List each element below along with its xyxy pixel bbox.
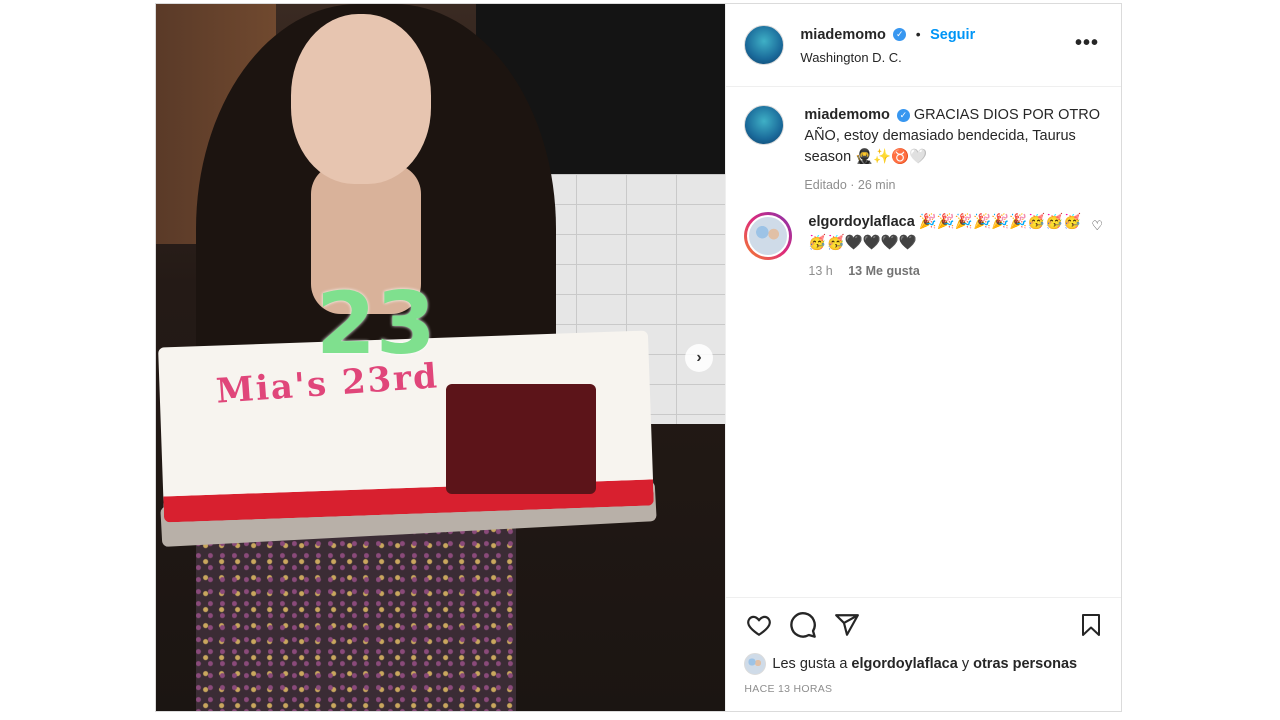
comments-section: miademomo ✓ GRACIAS DIOS POR OTRO AÑO, e… — [726, 87, 1121, 597]
number-candles: 23 — [316, 274, 436, 374]
comment-item: elgordoylaflaca 🎉🎉🎉🎉🎉🎉🥳🥳🥳🥳🥳🖤🖤🖤🖤 13 h 13 … — [744, 212, 1103, 282]
send-icon[interactable] — [832, 612, 862, 645]
commenter-avatar[interactable] — [744, 212, 793, 260]
author-username[interactable]: miademomo — [800, 27, 885, 43]
comment-username[interactable]: elgordoylaflaca — [808, 214, 914, 230]
author-info: miademomo ✓ • Seguir Washington D. C. — [800, 26, 975, 65]
post-location[interactable]: Washington D. C. — [800, 50, 975, 65]
comment-time[interactable]: 13 h — [808, 264, 832, 278]
likes-connector: y — [961, 656, 970, 672]
bookmark-icon[interactable] — [1079, 612, 1103, 645]
verified-badge-icon: ✓ — [896, 108, 910, 122]
likes-others-link[interactable]: otras personas — [973, 656, 1077, 672]
more-options-icon[interactable]: ••• — [1075, 32, 1099, 55]
comment-body: elgordoylaflaca 🎉🎉🎉🎉🎉🎉🥳🥳🥳🥳🥳🖤🖤🖤🖤 13 h 13 … — [808, 212, 1091, 282]
separator-dot: • — [915, 25, 921, 42]
caption-meta: Editado · 26 min — [804, 178, 896, 192]
liker-username[interactable]: elgordoylaflaca — [851, 656, 957, 672]
post-header: miademomo ✓ • Seguir Washington D. C. ••… — [726, 4, 1121, 87]
next-image-button[interactable]: › — [685, 344, 713, 372]
caption-author-avatar[interactable] — [744, 105, 785, 145]
comment-likes[interactable]: 13 Me gusta — [848, 264, 920, 278]
post-image[interactable]: Mia's 23rd 23 › — [156, 4, 726, 711]
instagram-post: Mia's 23rd 23 › miademomo ✓ • Seguir Was… — [155, 3, 1122, 712]
post-sidebar: miademomo ✓ • Seguir Washington D. C. ••… — [725, 4, 1121, 711]
comment-meta: 13 h 13 Me gusta — [808, 261, 1091, 282]
caption-username[interactable]: miademomo — [804, 107, 889, 123]
likes-prefix: Les gusta a — [772, 656, 848, 672]
post-timestamp[interactable]: HACE 13 HORAS — [744, 683, 1103, 695]
action-icons — [744, 611, 1103, 646]
comment-like-heart-icon[interactable]: ♡ — [1091, 218, 1103, 282]
comment-icon[interactable] — [788, 611, 818, 646]
caption-body: miademomo ✓ GRACIAS DIOS POR OTRO AÑO, e… — [804, 105, 1103, 196]
caption: miademomo ✓ GRACIAS DIOS POR OTRO AÑO, e… — [744, 105, 1103, 196]
person-face — [291, 14, 431, 184]
liker-avatar[interactable] — [744, 653, 767, 675]
follow-button[interactable]: Seguir — [930, 27, 975, 43]
post-actions: Les gusta a elgordoylaflaca y otras pers… — [726, 597, 1121, 711]
author-avatar[interactable] — [744, 25, 785, 65]
cake-cut-section — [446, 384, 596, 494]
verified-badge-icon: ✓ — [893, 27, 907, 41]
likes-summary: Les gusta a elgordoylaflaca y otras pers… — [744, 653, 1103, 675]
heart-icon[interactable] — [744, 612, 774, 645]
